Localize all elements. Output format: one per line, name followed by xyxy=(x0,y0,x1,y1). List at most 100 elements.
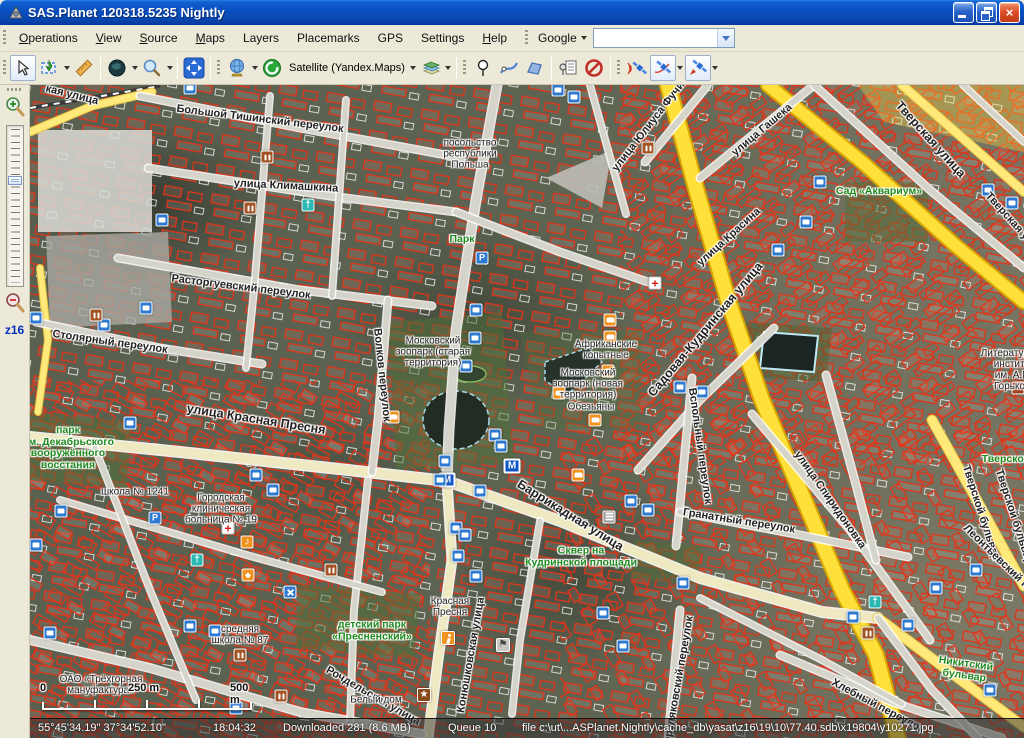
fullscreen-icon xyxy=(183,57,205,79)
zoom-slider-ticks xyxy=(11,129,20,283)
selection-dropdown[interactable] xyxy=(62,55,71,81)
gps-track-button[interactable] xyxy=(650,55,676,81)
menu-help[interactable]: Help xyxy=(473,27,516,49)
zoom-slider-thumb[interactable] xyxy=(8,176,22,185)
menu-source[interactable]: Source xyxy=(131,27,187,49)
gps-position-button[interactable] xyxy=(685,55,711,81)
toolbar-grip[interactable] xyxy=(3,30,6,46)
map-label: посольство республики Польша xyxy=(443,138,496,171)
toolbar-grip[interactable] xyxy=(525,30,528,46)
select-tool-button[interactable] xyxy=(10,55,36,81)
yandex-maps-icon xyxy=(262,58,282,78)
layers-icon xyxy=(420,58,442,78)
menu-view[interactable]: View xyxy=(87,27,131,49)
map-type-label[interactable]: Satellite (Yandex.Maps) xyxy=(285,62,409,74)
measure-distance-button[interactable] xyxy=(71,55,97,81)
map-canvas[interactable]: ММPP†††+++◆♪★⚑ кая улицаБольшой Тишински… xyxy=(30,85,1024,738)
map-label: Тверская улица xyxy=(892,99,967,181)
map-label: Белый дом xyxy=(350,695,401,706)
fill-map-dropdown[interactable] xyxy=(130,55,139,81)
map-label: Столярный переулок xyxy=(52,328,169,356)
gps-satellite-icon xyxy=(652,58,674,78)
map-label: Тверской xyxy=(982,454,1024,466)
status-coordinates: 55°45'34.19" 37°34'52.10" xyxy=(38,722,166,734)
zoom-slider[interactable] xyxy=(6,125,24,287)
map-label: улица Красина xyxy=(695,205,763,268)
cache-mode-dropdown[interactable] xyxy=(250,55,259,81)
scale-mid-label: 250 m xyxy=(128,682,159,694)
map-label: Литературный институт им. А.М. Горького xyxy=(981,348,1024,392)
search-provider-label: Google xyxy=(538,31,577,45)
close-button[interactable]: × xyxy=(999,2,1020,23)
internet-cache-button[interactable] xyxy=(224,55,250,81)
cursor-arrow-icon xyxy=(14,59,32,77)
zoom-out-icon[interactable] xyxy=(4,291,26,315)
toolbar-grip[interactable] xyxy=(463,60,466,76)
sidebar-grip[interactable] xyxy=(7,88,23,91)
menu-placemarks[interactable]: Placemarks xyxy=(288,27,369,49)
menu-settings[interactable]: Settings xyxy=(412,27,473,49)
ruler-icon xyxy=(74,58,94,78)
search-input[interactable] xyxy=(594,29,717,47)
map-source-button[interactable] xyxy=(259,55,285,81)
map-label: Сквер на Кудринской площади xyxy=(525,545,637,568)
menu-maps[interactable]: Maps xyxy=(187,27,234,49)
map-label: Московский зоопарк (старая территория) xyxy=(396,336,470,369)
placemark-icon xyxy=(474,58,492,78)
fill-map-button[interactable] xyxy=(104,55,130,81)
status-file-path: file c:\ut\...ASPlanet.Nightly\cache_db\… xyxy=(522,722,934,734)
menu-gps[interactable]: GPS xyxy=(369,27,412,49)
title-bar[interactable]: SAS.Planet 120318.5235 Nightly × xyxy=(0,0,1024,25)
map-labels-layer: кая улицаБольшой Тишинский переулокулица… xyxy=(30,85,1024,738)
zoom-tool-button[interactable] xyxy=(139,55,165,81)
toolbar-grip[interactable] xyxy=(217,60,220,76)
status-downloaded: Downloaded 281 (8.6 MB) xyxy=(283,722,411,734)
app-icon xyxy=(8,5,24,21)
minimize-button[interactable] xyxy=(953,2,974,23)
selection-rect-icon xyxy=(39,58,59,78)
layers-button[interactable] xyxy=(418,55,444,81)
toolbar-grip[interactable] xyxy=(617,60,620,76)
scale-bar: 0 250 m 500 m xyxy=(42,682,256,712)
search-provider-dropdown[interactable]: Google xyxy=(532,27,593,49)
menu-layers[interactable]: Layers xyxy=(234,27,288,49)
zoom-in-icon[interactable] xyxy=(4,95,26,119)
gps-position-icon xyxy=(687,58,709,78)
add-path-button[interactable] xyxy=(496,55,522,81)
window-title: SAS.Planet 120318.5235 Nightly xyxy=(28,5,951,20)
map-label: школа № 1241 xyxy=(101,487,169,498)
zoom-sidebar: z16 xyxy=(0,85,30,738)
map-label: парк им. Декабрьского вооружённого восст… xyxy=(30,425,114,471)
map-label: Парк xyxy=(449,234,474,246)
layers-dropdown[interactable] xyxy=(444,55,453,81)
map-label: Московский зоопарк (новая территория) xyxy=(553,368,623,401)
placemark-manager-button[interactable] xyxy=(555,55,581,81)
hide-placemarks-button[interactable] xyxy=(581,55,607,81)
restore-button[interactable] xyxy=(976,2,997,23)
add-polygon-button[interactable] xyxy=(522,55,548,81)
map-label: Расторгуевский переулок xyxy=(171,272,311,301)
gps-track-dropdown[interactable] xyxy=(676,55,685,81)
map-label: улица Спиридоновка xyxy=(792,449,868,551)
map-type-dropdown[interactable] xyxy=(409,55,418,81)
main-toolbar: Satellite (Yandex.Maps) xyxy=(0,52,1024,85)
map-label: Большой Тишинский переулок xyxy=(176,103,344,135)
map-label: Обезьяны xyxy=(568,402,615,413)
map-label: улица Климашкина xyxy=(233,177,338,195)
menu-operations[interactable]: Operations xyxy=(10,27,87,49)
fullscreen-button[interactable] xyxy=(181,55,207,81)
map-label: Волков переулок xyxy=(371,328,393,423)
gps-connect-button[interactable] xyxy=(624,55,650,81)
zoom-level-label: z16 xyxy=(0,323,29,337)
map-label: улица Гашека xyxy=(729,101,794,158)
placemark-list-icon xyxy=(558,58,578,78)
map-label: Красная Пресня xyxy=(431,596,469,618)
gps-position-dropdown[interactable] xyxy=(711,55,720,81)
selection-manager-button[interactable] xyxy=(36,55,62,81)
toolbar-grip[interactable] xyxy=(3,60,6,76)
add-placemark-button[interactable] xyxy=(470,55,496,81)
chevron-down-icon xyxy=(581,36,587,40)
map-label: Баррикадная улица xyxy=(514,478,625,555)
search-dropdown-button[interactable] xyxy=(717,29,734,47)
zoom-dropdown[interactable] xyxy=(165,55,174,81)
